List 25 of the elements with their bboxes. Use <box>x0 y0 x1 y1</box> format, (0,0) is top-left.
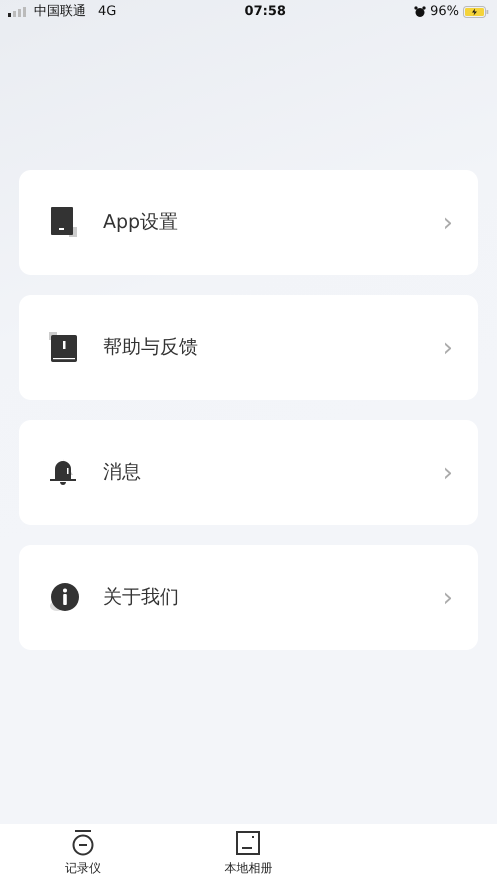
network-type: 4G <box>98 3 116 22</box>
info-icon <box>49 582 79 613</box>
battery-percent: 96% <box>430 3 459 22</box>
chevron-icon: › <box>442 334 453 360</box>
album-icon <box>236 830 260 856</box>
battery-icon <box>463 6 489 18</box>
menu-label: 关于我们 <box>103 585 180 610</box>
bell-icon <box>49 457 79 488</box>
menu-label: 帮助与反馈 <box>103 335 199 360</box>
menu-item[interactable]: App设置 › <box>19 170 478 275</box>
menu-label: 消息 <box>103 460 142 486</box>
menu-label: App设置 <box>103 210 180 236</box>
menu-item[interactable]: 帮助与反馈 › <box>19 295 478 400</box>
menu-item[interactable]: 消息 › <box>19 420 478 525</box>
dashcam-icon <box>70 830 95 856</box>
chevron-icon: › <box>442 460 453 486</box>
book-icon <box>49 332 79 363</box>
carrier-name: 中国联通 <box>34 3 86 22</box>
tab-item[interactable]: 记录仪 <box>64 824 101 883</box>
chevron-icon: › <box>442 584 453 610</box>
menu-item[interactable]: 关于我们 › <box>19 545 478 650</box>
tab-item[interactable]: 本地相册 <box>224 824 272 883</box>
signal-icon <box>8 7 26 17</box>
status-time: 07:58 <box>244 3 286 22</box>
chevron-icon: › <box>442 210 453 236</box>
